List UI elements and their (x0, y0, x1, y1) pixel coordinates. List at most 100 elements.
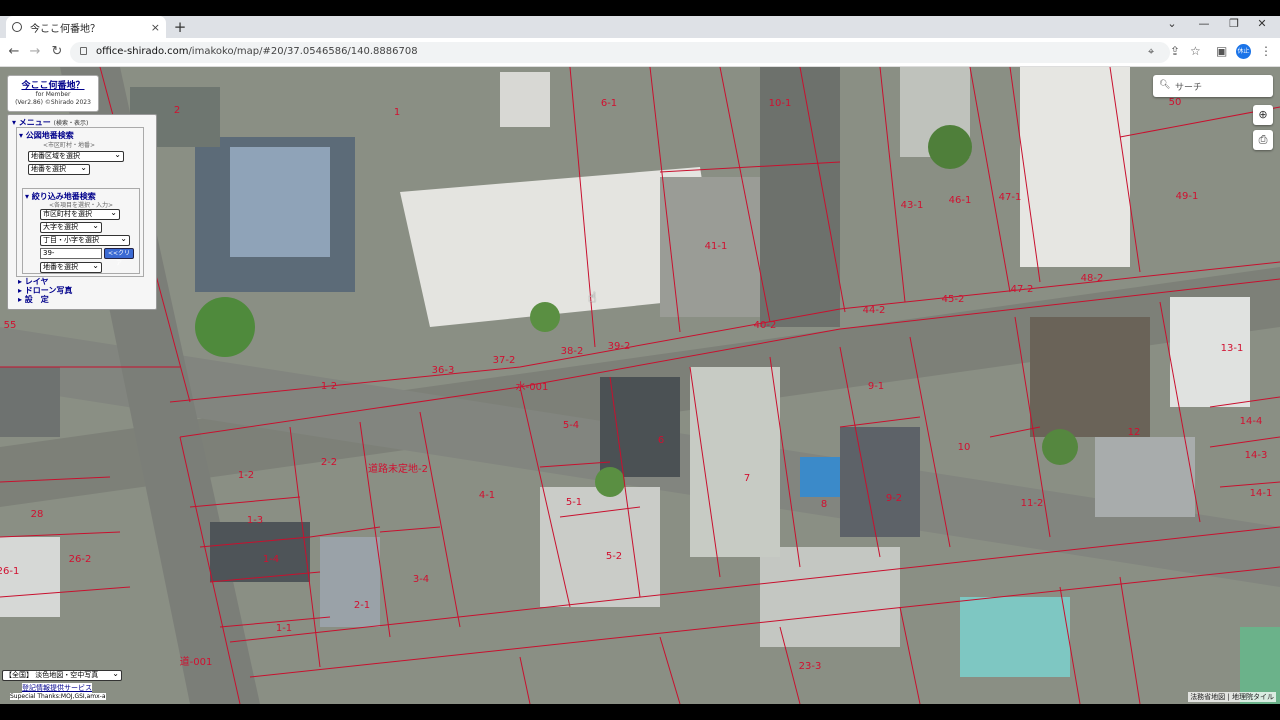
globe-icon (12, 22, 22, 32)
search-placeholder: サーチ (1175, 83, 1203, 93)
url-text: office-shirado.com/imakoko/map/#20/37.05… (96, 46, 418, 57)
reload-icon[interactable]: ↻ (49, 44, 65, 59)
narrow-search-section: ▾ 絞り込み地番検索 <各項目を選択・入力> 市区町村を選択 大字を選択 丁目・… (22, 188, 140, 274)
parcel-label: 8 (821, 499, 827, 510)
parcel-label: 13-1 (1221, 343, 1244, 354)
back-icon[interactable]: ← (6, 44, 22, 59)
window-close-icon[interactable]: ✕ (1250, 17, 1274, 30)
address-bar[interactable]: office-shirado.com/imakoko/map/#20/37.05… (70, 42, 1170, 63)
parcel-label: 道-001 (180, 655, 213, 668)
parcel-label: 4-1 (479, 490, 495, 501)
public-lot-search-note: <市区町村・地番> (43, 142, 96, 149)
parcel-label: 1-1 (276, 623, 292, 634)
lot-number-input[interactable]: 39- (40, 248, 102, 259)
settings-menu[interactable]: ▸ 設 定 (18, 294, 49, 305)
parcel-label: 10-1 (769, 98, 792, 109)
parcel-label: 9-1 (868, 381, 884, 392)
parcel-label: 1-3 (247, 515, 263, 526)
parcel-label: 道路未定地-2 (368, 462, 428, 475)
parcel-label: 26-2 (69, 554, 92, 565)
kebab-menu-icon[interactable]: ⋮ (1260, 44, 1272, 58)
parcel-label: 2 (174, 105, 180, 116)
city-select[interactable]: 市区町村を選択 (40, 208, 120, 220)
browser-tab[interactable]: 今ここ何番地？ × (6, 16, 166, 38)
parcel-label: 5-2 (606, 551, 622, 562)
parcel-label: 10 (958, 442, 971, 453)
parcel-label: 40-2 (754, 320, 777, 331)
parcel-label: 水-001 (516, 381, 549, 393)
parcel-label: 45-2 (942, 294, 965, 305)
parcel-label: 2-1 (354, 600, 370, 611)
parcel-label: 5-1 (566, 497, 582, 508)
profile-avatar[interactable]: 休止 (1236, 44, 1251, 59)
map-view[interactable]: 1 2 6-1 10-1 50 49-1 43-1 46-1 47-1 41-1… (0, 67, 1280, 704)
area-select[interactable]: 地番区域を選択 (28, 150, 124, 162)
basemap-select-wrap: 【全国】 淡色地図・空中写真 (2, 669, 122, 682)
special-thanks-text: Supecial Thanks:MOJ,GSI,amx-a (10, 693, 106, 700)
app-title-box: 今ここ何番地？ for Member (Ver2.86) ©Shirado 20… (7, 75, 99, 112)
parcel-label: 55 (4, 320, 17, 331)
parcel-label: 1-2 (321, 381, 337, 392)
parcel-label: 39-2 (608, 341, 631, 352)
share-icon[interactable]: ⇪ (1170, 44, 1180, 58)
public-lot-search-section: ▾ 公図地番検索 <市区町村・地番> 地番区域を選択 地番を選択 ▾ 絞り込み地… (16, 127, 144, 277)
parcel-label: 48-2 (1081, 273, 1104, 284)
chome-select[interactable]: 丁目・小字を選択 (40, 234, 130, 246)
restore-icon[interactable]: ❐ (1222, 17, 1246, 30)
parcel-label: 43-1 (901, 200, 924, 211)
map-search-box[interactable]: 🔍︎ サーチ (1153, 75, 1273, 97)
address-toolbar: ← → ↻ office-shirado.com/imakoko/map/#20… (0, 38, 1280, 67)
mouse-cursor-icon: ☝ (588, 290, 597, 306)
parcel-label: 6 (658, 435, 664, 446)
lock-icon (80, 47, 87, 55)
new-tab-button[interactable]: + (172, 18, 188, 36)
parcel-label: 41-1 (705, 241, 728, 252)
lot-select[interactable]: 地番を選択 (28, 163, 90, 175)
parcel-label: 46-1 (949, 195, 972, 206)
parcel-label: 49-1 (1176, 191, 1199, 202)
registry-service-link[interactable]: 登記情報提供サービス (22, 683, 92, 693)
map-attribution[interactable]: 法務省地図 | 地理院タイル (1188, 692, 1276, 702)
parcel-label: 1 (394, 107, 400, 118)
oaza-select[interactable]: 大字を選択 (40, 221, 102, 233)
parcel-label: 47-2 (1011, 284, 1034, 295)
parcel-label: 11-2 (1021, 498, 1044, 509)
parcel-label: 28 (31, 509, 44, 520)
parcel-label: 6-1 (601, 98, 617, 109)
search-icon: 🔍︎ (1159, 80, 1171, 90)
parcel-label: 7 (744, 473, 750, 484)
parcel-label: 14-3 (1245, 450, 1268, 461)
parcel-label: 23-3 (799, 661, 822, 672)
forward-icon[interactable]: → (27, 44, 43, 59)
tab-title: 今ここ何番地？ (30, 23, 100, 35)
top-black-bar (0, 0, 1280, 16)
side-panel-icon[interactable]: ▣ (1216, 44, 1227, 58)
location-pin-icon[interactable]: ⌖ (1148, 45, 1154, 59)
parcel-label-layer: 1 2 6-1 10-1 50 49-1 43-1 46-1 47-1 41-1… (0, 97, 1273, 672)
clear-button[interactable]: <<クリア (104, 248, 134, 267)
search-menu-panel: ▾ メニュー (検索・表示) ▾ 公図地番検索 <市区町村・地番> 地番区域を選… (7, 114, 157, 310)
parcel-label: 14-1 (1250, 488, 1273, 499)
parcel-label: 9-2 (886, 493, 902, 504)
parcel-label: 12 (1128, 427, 1141, 438)
lot-select-2[interactable]: 地番を選択 (40, 261, 102, 273)
tab-strip: 今ここ何番地？ × + ⌄ — ❐ ✕ (0, 16, 1280, 38)
print-icon[interactable]: ⎙ (1253, 130, 1273, 150)
tab-close-icon[interactable]: × (151, 21, 160, 34)
parcel-label: 1-2 (238, 470, 254, 481)
tab-list-icon[interactable]: ⌄ (1160, 17, 1184, 30)
parcel-label: 44-2 (863, 305, 886, 316)
current-location-icon[interactable]: ⊕ (1253, 105, 1273, 125)
narrow-search-note: <各項目を選択・入力> (49, 202, 114, 209)
parcel-label: 50 (1169, 97, 1182, 108)
parcel-label: 14-4 (1240, 416, 1263, 427)
bookmark-star-icon[interactable]: ☆ (1190, 44, 1201, 58)
parcel-label: 3-4 (413, 574, 429, 585)
version-label: (Ver2.86) ©Shirado 2023 (15, 99, 91, 106)
parcel-label: 2-2 (321, 457, 337, 468)
app-title-link[interactable]: 今ここ何番地？ (8, 78, 98, 91)
minimize-icon[interactable]: — (1192, 17, 1216, 30)
parcel-label: 36-3 (432, 365, 455, 376)
basemap-select[interactable]: 【全国】 淡色地図・空中写真 (2, 669, 122, 681)
parcel-label: 26-1 (0, 566, 19, 577)
